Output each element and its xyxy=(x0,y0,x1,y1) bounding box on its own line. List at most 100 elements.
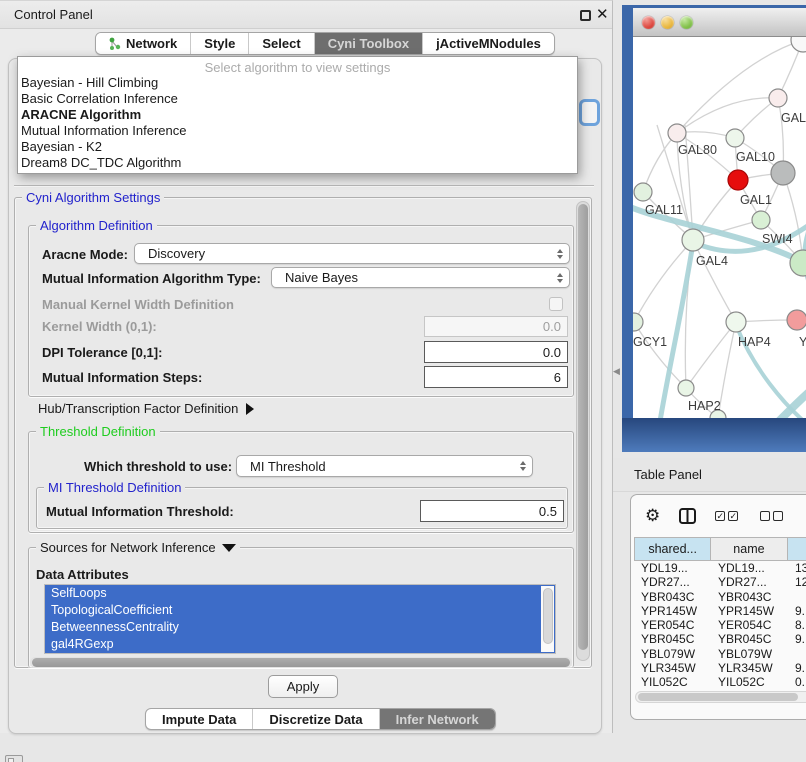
minimize-window-icon[interactable] xyxy=(661,16,674,29)
algorithm-option[interactable]: ARACNE Algorithm xyxy=(18,107,577,123)
tab-label: Network xyxy=(126,36,177,51)
network-node-gcy1[interactable] xyxy=(633,313,643,331)
aracne-mode-value: Discovery xyxy=(135,246,551,261)
close-panel-icon[interactable]: ✕ xyxy=(596,5,609,23)
node-label-gal1: GAL1 xyxy=(740,193,772,207)
node-label-swi4: SWI4 xyxy=(762,232,793,246)
data-attributes-list[interactable]: SelfLoopsTopologicalCoefficientBetweenne… xyxy=(44,584,556,654)
manual-kernel-checkbox[interactable] xyxy=(549,297,563,311)
algorithm-option[interactable]: Dream8 DC_TDC Algorithm xyxy=(18,155,577,171)
dpi-tolerance-field[interactable]: 0.0 xyxy=(424,341,568,363)
table-row[interactable]: YLR345WYLR345W9. xyxy=(634,661,806,675)
network-node-gal4[interactable] xyxy=(682,229,704,251)
algorithm-option[interactable]: Bayesian - Hill Climbing xyxy=(18,75,577,91)
tab-cyni-toolbox[interactable]: Cyni Toolbox xyxy=(315,33,423,54)
aracne-mode-combo[interactable]: Discovery xyxy=(134,243,570,264)
sources-group-header[interactable]: Sources for Network Inference xyxy=(36,540,240,555)
tab-label: jActiveMNodules xyxy=(436,36,541,51)
float-panel-icon[interactable] xyxy=(580,10,591,21)
table-row[interactable]: YPR145WYPR145W9. xyxy=(634,604,806,618)
column-header-shared...[interactable]: shared... xyxy=(635,538,711,560)
top-tab-bar: Network StyleSelect Cyni Toolbox jActiveMNo… xyxy=(95,32,555,55)
algorithm-option[interactable]: Bayesian - K2 xyxy=(18,139,577,155)
column-header-name[interactable]: name xyxy=(711,538,787,560)
attributes-vertical-scrollbar[interactable] xyxy=(541,586,554,652)
table-row[interactable]: YBR043CYBR043C xyxy=(634,590,806,604)
kernel-width-value: 0.0 xyxy=(543,319,561,334)
algorithm-definition-title: Algorithm Definition xyxy=(36,218,157,233)
tab-label: Cyni Toolbox xyxy=(328,36,409,51)
unchecked-pair-icon[interactable] xyxy=(760,511,786,521)
control-panel-titlebar: Control Panel xyxy=(0,1,612,29)
algorithm-option[interactable]: Basic Correlation Inference xyxy=(18,91,577,107)
kernel-width-field[interactable]: 0.0 xyxy=(424,316,568,337)
which-threshold-label: Which threshold to use: xyxy=(84,459,232,474)
network-node-red[interactable] xyxy=(728,170,748,190)
splitter-collapse-icon[interactable]: ◀ xyxy=(613,366,620,377)
attribute-item[interactable]: TopologicalCoefficient xyxy=(45,602,555,619)
network-node-gal80[interactable] xyxy=(668,124,686,142)
mi-type-combo[interactable]: Naive Bayes xyxy=(271,267,570,288)
node-table[interactable]: shared...name YDL19...YDL19...13YDR27...… xyxy=(634,537,806,690)
network-node-gal11[interactable] xyxy=(634,183,652,201)
zoom-window-icon[interactable] xyxy=(680,16,693,29)
table-row[interactable]: YDR27...YDR27...12 xyxy=(634,575,806,589)
minimized-panel-icon[interactable] xyxy=(5,755,23,762)
network-node-hap2[interactable] xyxy=(678,380,694,396)
table-row[interactable]: YBL079WYBL079W xyxy=(634,647,806,661)
attribute-item[interactable]: gal4RGexp xyxy=(45,636,555,653)
table-cell xyxy=(788,590,806,604)
checked-pair-icon[interactable]: ✓✓ xyxy=(715,511,741,521)
table-cell: 13 xyxy=(788,561,806,575)
table-row[interactable]: YER054CYER054C8. xyxy=(634,618,806,632)
inference-algorithm-combo-fragment[interactable] xyxy=(579,99,600,126)
algorithm-option[interactable]: Mutual Information Inference xyxy=(18,123,577,139)
column-header-clipped[interactable] xyxy=(788,538,806,560)
network-canvas[interactable]: GALGAL80GAL10GAL1GAL11SWI4GAL4GCY1HAP4YH… xyxy=(633,37,806,418)
table-row[interactable]: YDL19...YDL19...13 xyxy=(634,561,806,575)
combo-spinner-icon xyxy=(551,273,569,283)
attribute-item[interactable]: BetweennessCentrality xyxy=(45,619,555,636)
network-edge[interactable] xyxy=(718,322,736,418)
network-edge[interactable] xyxy=(643,133,677,192)
gear-icon[interactable]: ⚙ xyxy=(645,506,660,526)
split-columns-icon[interactable] xyxy=(679,508,696,524)
table-cell: YER054C xyxy=(711,618,788,632)
table-cell: YDR27... xyxy=(711,575,788,589)
network-edge[interactable] xyxy=(677,98,778,133)
apply-button[interactable]: Apply xyxy=(268,675,338,698)
network-node-gal1n[interactable] xyxy=(752,211,770,229)
mi-steps-field[interactable]: 6 xyxy=(424,366,568,388)
network-node-salmon[interactable] xyxy=(787,310,806,330)
mi-threshold-field[interactable]: 0.5 xyxy=(420,500,564,522)
control-panel-title: Control Panel xyxy=(14,7,93,22)
which-threshold-combo[interactable]: MI Threshold xyxy=(236,455,533,477)
network-node-top-partial[interactable] xyxy=(791,37,806,52)
table-cell: YLR345W xyxy=(711,661,788,675)
network-node-gal10[interactable] xyxy=(726,129,744,147)
tab-jactivemnodules[interactable]: jActiveMNodules xyxy=(423,33,554,54)
tab-impute-data[interactable]: Impute Data xyxy=(146,709,253,729)
network-node-grayn[interactable] xyxy=(771,161,795,185)
tab-discretize-data[interactable]: Discretize Data xyxy=(253,709,379,729)
network-window-titlebar[interactable] xyxy=(633,8,806,37)
network-node-gal7[interactable] xyxy=(769,89,787,107)
settings-vertical-scrollbar[interactable] xyxy=(576,201,590,661)
close-window-icon[interactable] xyxy=(642,16,655,29)
table-cell: YER054C xyxy=(634,618,711,632)
hub-definition-expander[interactable]: Hub/Transcription Factor Definition xyxy=(38,401,254,416)
tab-infer-network[interactable]: Infer Network xyxy=(380,709,495,729)
tab-style[interactable]: Style xyxy=(191,33,249,54)
tab-network[interactable]: Network xyxy=(96,33,191,54)
attributes-horizontal-scrollbar[interactable] xyxy=(30,657,572,668)
bottom-tab-bar: Impute DataDiscretize DataInfer Network xyxy=(145,708,496,730)
table-row[interactable]: YIL052CYIL052C0. xyxy=(634,675,806,689)
tab-select[interactable]: Select xyxy=(249,33,314,54)
network-node-hap4[interactable] xyxy=(726,312,746,332)
attribute-item[interactable]: SelfLoops xyxy=(45,585,555,602)
table-row[interactable]: YBR045CYBR045C9. xyxy=(634,632,806,646)
table-cell: 0. xyxy=(788,675,806,689)
network-edge[interactable] xyxy=(783,173,803,263)
table-horizontal-scrollbar[interactable] xyxy=(635,691,806,703)
node-label-gcy1: GCY1 xyxy=(633,335,667,349)
